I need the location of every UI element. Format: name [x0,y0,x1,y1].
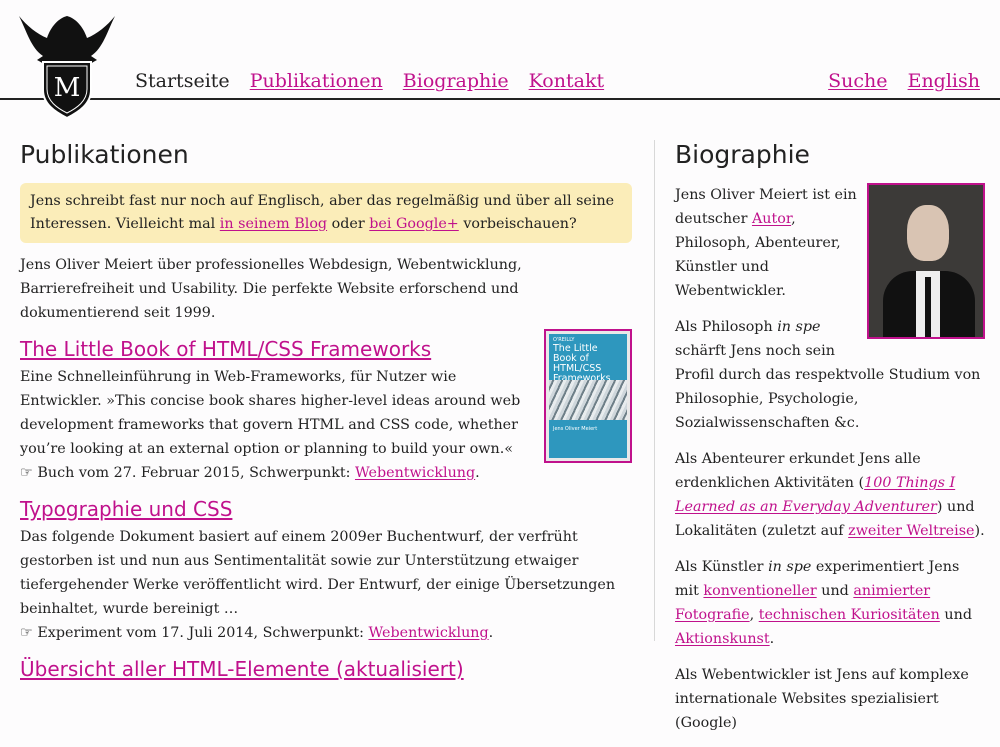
photography-link[interactable]: konventioneller [703,583,816,599]
meta-punct: . [488,625,494,641]
column-divider [654,140,655,641]
book-title: The Little Book of HTML/CSS Frameworks [553,343,611,384]
notice-box: Jens schreibt fast nur noch auf Englisch… [20,183,632,243]
sidebar-biography: Biographie Jens Oliver Meiert ist ein de… [675,140,985,747]
publication-link[interactable]: Übersicht aller HTML-Elemente (aktualisi… [20,657,464,681]
bio-text: ). [974,523,985,539]
publication-item: O'REILLY The Little Book of HTML/CSS Fra… [20,329,632,485]
sidebar-title: Biographie [675,140,810,169]
photo-face [907,205,949,261]
publication-description: Eine Schnelleinführung in Web-Frameworks… [20,369,521,457]
main-nav: Startseite Publikationen Biographie Kont… [135,70,618,92]
svg-text:M: M [54,73,81,103]
publication-description: Das folgende Dokument basiert auf einem … [20,529,616,617]
action-art-link[interactable]: Aktionskunst [675,631,770,647]
photo-tie [925,277,931,337]
bio-emphasis: in spe [768,559,812,575]
book-illustration [549,380,627,420]
notice-text: oder [327,216,370,232]
secondary-nav: Suche English [814,70,980,92]
publication-title: The Little Book of HTML/CSS Frameworks [20,337,632,361]
meta-punct: . [475,465,480,481]
bio-text: und [939,607,972,623]
nav-item-biographie[interactable]: Biographie [403,70,509,92]
nav-item-publikationen[interactable]: Publikationen [250,70,383,92]
blog-link[interactable]: in seinem Blog [220,216,327,232]
header-rule [0,98,1000,100]
main-content: Publikationen Jens schreibt fast nur noc… [20,140,632,691]
intro-text: Jens Oliver Meiert über professionelles … [20,257,522,321]
bio-text: Als Philosoph [675,319,778,335]
bio-text: Als Webentwickler ist Jens auf komplexe … [675,667,969,731]
bio-text: , [749,607,759,623]
bio-paragraph: Als Webentwickler ist Jens auf komplexe … [675,663,985,735]
publication-title: Typographie und CSS [20,497,632,521]
nav-item-startseite[interactable]: Startseite [135,70,230,92]
page-title: Publikationen [20,140,189,169]
bio-text: schärft Jens noch sein Profil durch das … [675,343,981,431]
publication-link[interactable]: Typographie und CSS [20,497,232,521]
google-plus-link[interactable]: bei Google+ [369,216,459,232]
book-author: Jens Oliver Meiert [553,426,598,432]
topic-link[interactable]: Webentwicklung [368,625,488,641]
publication-meta: ☞ Experiment vom 17. Juli 2014, Schwerpu… [20,621,632,645]
publication-item: Übersicht aller HTML-Elemente (aktualisi… [20,657,632,681]
nav-item-english[interactable]: English [908,70,980,92]
autor-link[interactable]: Autor [752,211,791,227]
bio-text: . [769,631,775,647]
meta-text: Experiment vom 17. Juli 2014, Schwerpunk… [32,625,369,641]
publication-item: Typographie und CSS Das folgende Dokumen… [20,497,632,645]
nav-item-suche[interactable]: Suche [828,70,887,92]
pointing-hand-icon: ☞ [20,465,33,481]
publication-title: Übersicht aller HTML-Elemente (aktualisi… [20,657,632,681]
topic-link[interactable]: Webentwicklung [355,465,475,481]
curiosities-link[interactable]: technischen Kuriositäten [759,607,940,623]
pointing-hand-icon: ☞ [20,625,33,641]
book-cover-image[interactable]: O'REILLY The Little Book of HTML/CSS Fra… [544,329,632,463]
publication-meta: ☞ Buch vom 27. Februar 2015, Schwerpunkt… [20,461,632,485]
world-trip-link[interactable]: zweiter Weltreise [848,523,974,539]
bio-text: Als Künstler [675,559,769,575]
meta-text: Buch vom 27. Februar 2015, Schwerpunkt: [32,465,355,481]
bio-emphasis: in spe [777,319,821,335]
site-header: M Startseite Publikationen Biographie Ko… [0,0,1000,120]
bio-paragraph: Als Künstler in spe experimentiert Jens … [675,555,985,651]
bio-text: und [816,583,854,599]
nav-item-kontakt[interactable]: Kontakt [529,70,604,92]
publication-link[interactable]: The Little Book of HTML/CSS Frameworks [20,337,431,361]
notice-text: vorbeischauen? [458,216,577,232]
bio-paragraph: Als Abenteurer erkundet Jens alle erdenk… [675,447,985,543]
book-cover-art: O'REILLY The Little Book of HTML/CSS Fra… [549,334,627,458]
eagle-shield-logo[interactable]: M [17,12,117,120]
author-photo [867,183,985,339]
